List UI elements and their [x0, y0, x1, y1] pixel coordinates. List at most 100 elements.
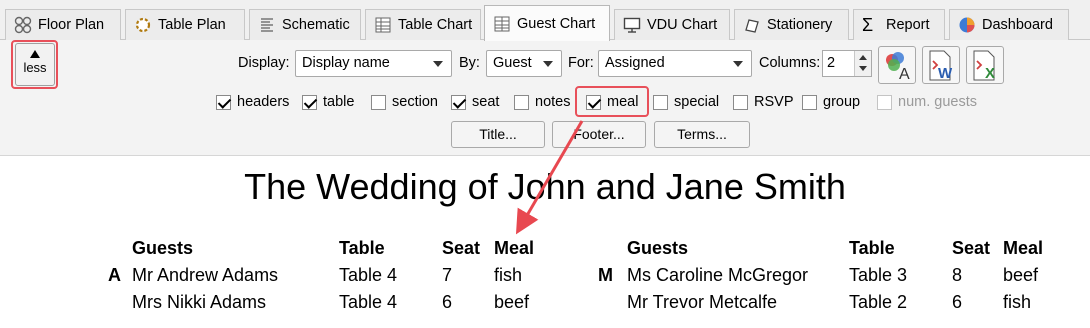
dropdown-arrow-icon [733, 61, 743, 67]
spin-up-icon[interactable] [859, 55, 867, 60]
checkbox-box [877, 94, 892, 110]
svg-text:W: W [938, 65, 953, 82]
floor-plan-icon [14, 16, 32, 34]
by-value: Guest [493, 55, 532, 71]
tab-report[interactable]: Σ Report [853, 9, 945, 40]
table-plan-icon [134, 16, 152, 34]
rsvp-checkbox[interactable]: RSVP [733, 93, 794, 111]
header-guests: Guests [132, 238, 194, 258]
num-guests-checkbox: num. guests [877, 93, 977, 111]
terms-button[interactable]: Terms... [654, 121, 750, 148]
export-excel-icon: X [973, 50, 995, 82]
spinner-buttons[interactable] [854, 51, 871, 76]
checkbox-box[interactable] [302, 94, 317, 110]
checkbox-box[interactable] [514, 94, 529, 110]
guest-seat: 7 [442, 265, 453, 285]
tab-vdu-chart[interactable]: VDU Chart [614, 9, 730, 40]
display-label: Display: [238, 55, 290, 71]
guest-meal: fish [494, 265, 523, 285]
tab-table-chart[interactable]: Table Chart [365, 9, 481, 40]
checkbox-label: table [323, 94, 355, 110]
guest-table: Table 4 [339, 292, 398, 312]
svg-text:A: A [899, 66, 910, 83]
guest-meal: fish [1003, 292, 1032, 312]
special-checkbox[interactable]: special [653, 93, 719, 111]
header-meal: Meal [1003, 238, 1044, 258]
checkbox-box[interactable] [216, 94, 231, 110]
guest-name: Ms Caroline McGregor [627, 265, 809, 285]
guest-name: Mr Andrew Adams [132, 265, 279, 285]
tab-table-plan[interactable]: Table Plan [125, 9, 245, 40]
checkbox-box[interactable] [371, 94, 386, 110]
font-color-icon: A [886, 52, 910, 83]
stationery-icon [743, 16, 761, 34]
section-letter: M [598, 265, 613, 285]
headers-checkbox[interactable]: headers [216, 93, 289, 111]
header-table: Table [339, 238, 385, 258]
guest-seat: 6 [952, 292, 963, 312]
checkbox-label: seat [472, 94, 500, 110]
dropdown-arrow-icon [433, 61, 443, 67]
header-table: Table [849, 238, 895, 258]
group-checkbox[interactable]: group [802, 93, 860, 111]
table-chart-icon [374, 16, 392, 34]
sigma-icon: Σ [862, 15, 874, 35]
checkbox-box[interactable] [802, 94, 817, 110]
guest-seat: 6 [442, 292, 453, 312]
footer-button[interactable]: Footer... [552, 121, 646, 148]
tab-schematic[interactable]: Schematic [249, 9, 361, 40]
tab-label: Schematic [282, 17, 350, 33]
font-color-button[interactable]: A [878, 46, 916, 84]
table-checkbox[interactable]: table [302, 93, 354, 111]
tab-guest-chart[interactable]: Guest Chart [484, 5, 610, 41]
tab-label: Table Plan [158, 17, 226, 33]
title-button[interactable]: Title... [451, 121, 545, 148]
guest-meal: beef [1003, 265, 1039, 285]
guest-name: Mr Trevor Metcalfe [627, 292, 778, 312]
guest-chart-icon [493, 15, 511, 33]
tab-label: Stationery [767, 17, 833, 33]
export-excel-button[interactable]: X [966, 46, 1004, 84]
tab-dashboard[interactable]: Dashboard [949, 9, 1069, 40]
export-word-button[interactable]: W [922, 46, 960, 84]
seat-checkbox[interactable]: seat [451, 93, 499, 111]
display-select[interactable]: Display name [295, 50, 452, 77]
for-select[interactable]: Assigned [598, 50, 752, 77]
document-title: The Wedding of John and Jane Smith [244, 166, 846, 207]
checkbox-label: section [392, 94, 438, 110]
tab-bar: Floor Plan Table Plan Schematic Table Ch… [0, 0, 1090, 41]
guest-table: Table 2 [849, 292, 908, 312]
svg-text:X: X [985, 65, 995, 82]
tab-label: Report [886, 17, 930, 33]
section-letter: A [108, 265, 121, 285]
export-word-icon: W [929, 50, 953, 82]
display-value: Display name [302, 55, 390, 71]
checkbox-box[interactable] [733, 94, 748, 110]
tab-label: Floor Plan [38, 17, 105, 33]
section-checkbox[interactable]: section [371, 93, 438, 111]
meal-checkbox-highlight [575, 86, 649, 117]
monitor-icon [623, 16, 641, 34]
guest-seat: 8 [952, 265, 963, 285]
checkbox-box[interactable] [653, 94, 668, 110]
tab-floor-plan[interactable]: Floor Plan [5, 9, 121, 40]
columns-label: Columns: [759, 55, 821, 71]
columns-spinner[interactable]: 2 [822, 50, 872, 77]
tab-label: Guest Chart [517, 15, 596, 32]
less-button-highlight [11, 40, 58, 89]
header-guests: Guests [627, 238, 689, 258]
notes-checkbox[interactable]: notes [514, 93, 570, 111]
for-label: For: [568, 55, 594, 71]
guest-name: Mrs Nikki Adams [132, 292, 267, 312]
checkbox-label: special [674, 94, 720, 110]
dropdown-arrow-icon [543, 61, 553, 67]
spin-down-icon[interactable] [859, 66, 867, 71]
by-select[interactable]: Guest [486, 50, 562, 77]
guest-meal: beef [494, 292, 530, 312]
checkbox-box[interactable] [451, 94, 466, 110]
tab-stationery[interactable]: Stationery [734, 9, 849, 40]
guest-table: Table 4 [339, 265, 398, 285]
header-seat: Seat [952, 238, 991, 258]
checkbox-label: RSVP [754, 94, 794, 110]
checkbox-label: headers [237, 94, 290, 110]
